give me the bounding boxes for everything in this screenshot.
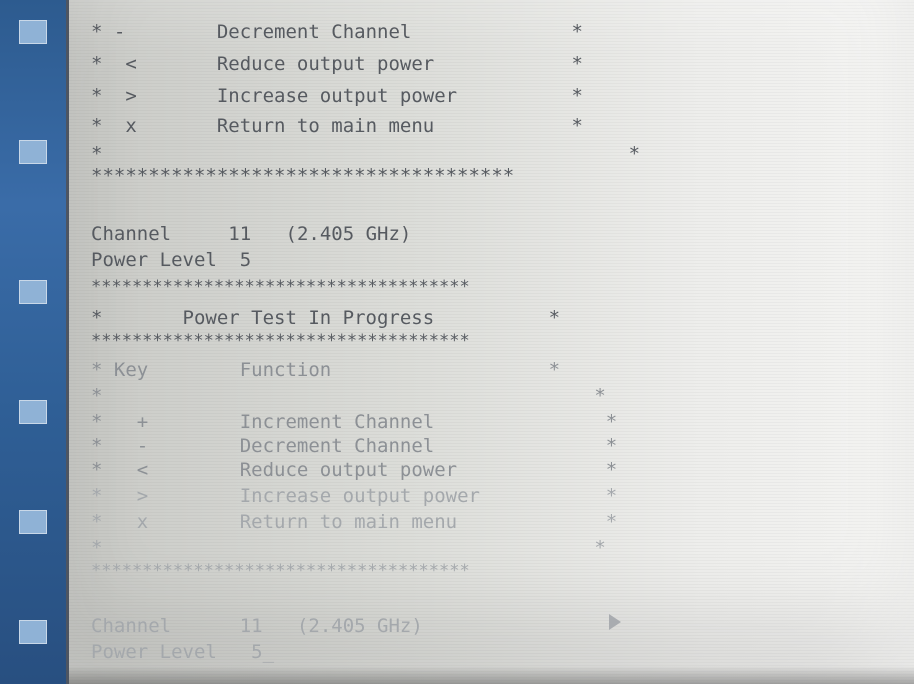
mouse-pointer-icon	[609, 614, 621, 630]
star-border: *************************************	[91, 165, 515, 187]
test-banner-row: * Power Test In Progress *	[91, 307, 561, 329]
menu-header-row: * Key Function *	[91, 359, 561, 381]
terminal-window[interactable]: * - Decrement Channel * * < Reduce outpu…	[66, 0, 914, 684]
menu-row-blank: * *	[91, 385, 606, 407]
channel-frequency: (2.405 GHz)	[296, 615, 423, 637]
channel-value: 11	[228, 223, 252, 245]
channel-label: Channel	[91, 615, 172, 637]
menu-row-blank: * *	[91, 143, 641, 165]
desktop-shortcut[interactable]	[6, 400, 60, 426]
menu-row-increase: * > Increase output power *	[91, 485, 618, 507]
menu-row-return: * x Return to main menu *	[91, 511, 618, 533]
desktop-shortcut[interactable]	[6, 280, 60, 306]
menu-row-blank: * *	[91, 537, 606, 559]
app-icon	[19, 20, 47, 44]
app-icon	[19, 280, 47, 304]
channel-value: 11	[239, 615, 263, 637]
test-banner: Power Test In Progress	[182, 307, 435, 329]
power-label: Power Level	[91, 641, 217, 663]
desktop-shortcut[interactable]	[6, 20, 60, 46]
power-label: Power Level	[91, 249, 217, 271]
menu-row-reduce: * < Reduce output power *	[91, 459, 618, 481]
desktop-shortcut[interactable]	[6, 510, 60, 536]
desktop-shortcut[interactable]	[6, 140, 60, 166]
menu-row-increment: * + Increment Channel *	[91, 411, 618, 433]
channel-readout: Channel 11 (2.405 GHz)	[91, 222, 411, 246]
power-value: 5_	[251, 641, 275, 663]
menu-row-reduce: * < Reduce output power *	[91, 53, 583, 75]
power-value: 5	[239, 249, 252, 271]
menu-row-return: * x Return to main menu *	[91, 115, 583, 137]
star-border: *************************************	[91, 561, 470, 581]
app-icon	[19, 620, 47, 644]
bezel-shadow	[69, 666, 914, 684]
power-readout: Power Level 5	[91, 248, 251, 272]
app-icon	[19, 510, 47, 534]
channel-label: Channel	[91, 223, 172, 245]
app-icon	[19, 140, 47, 164]
desktop-shortcut[interactable]	[6, 620, 60, 646]
function-header: Function	[239, 359, 332, 381]
app-icon	[19, 400, 47, 424]
key-header: Key	[113, 359, 149, 381]
desktop-area	[0, 0, 70, 684]
menu-row-decrement: * - Decrement Channel *	[91, 21, 583, 43]
star-border: *************************************	[91, 331, 470, 351]
menu-row-increase: * > Increase output power *	[91, 85, 583, 107]
star-border: *************************************	[91, 277, 470, 297]
menu-row-decrement: * - Decrement Channel *	[91, 435, 618, 457]
power-readout: Power Level 5_	[91, 640, 274, 664]
channel-frequency: (2.405 GHz)	[285, 223, 412, 245]
channel-readout: Channel 11 (2.405 GHz)	[91, 614, 423, 638]
